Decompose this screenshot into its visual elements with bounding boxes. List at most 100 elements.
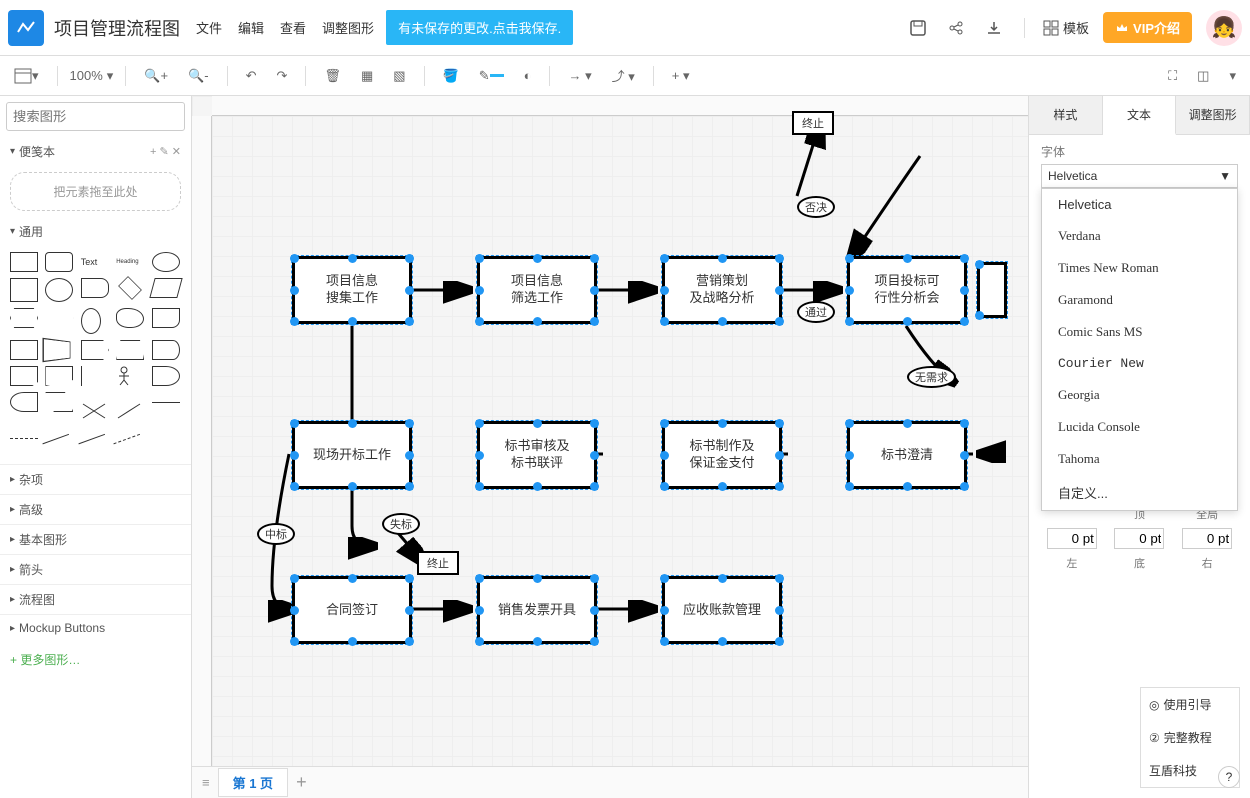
shape-dashed[interactable]	[10, 438, 38, 458]
shape-hexagon[interactable]	[10, 308, 38, 328]
more-shapes[interactable]: + 更多图形…	[0, 641, 191, 678]
zoom-value[interactable]: 100%	[70, 68, 103, 83]
font-option-lucida[interactable]: Lucida Console	[1042, 411, 1237, 443]
vip-button[interactable]: VIP介绍	[1103, 12, 1192, 43]
font-option-courier[interactable]: Courier New	[1042, 348, 1237, 379]
shape-process[interactable]	[81, 278, 109, 298]
shadow-icon[interactable]: ◐	[518, 64, 538, 87]
outline-icon[interactable]: ▾	[1223, 64, 1242, 88]
page-menu[interactable]: ≡	[202, 775, 210, 790]
line-color-icon[interactable]: ✎	[473, 64, 510, 88]
node-bid-clarify[interactable]: 标书澄清	[847, 421, 967, 489]
shape-card[interactable]	[45, 366, 73, 386]
shape-line[interactable]	[152, 402, 180, 422]
shape-triangle[interactable]	[45, 308, 73, 328]
node-contract[interactable]: 合同签订	[292, 576, 412, 644]
connection-icon[interactable]: → ▾	[562, 64, 597, 88]
zoom-out-icon[interactable]: 🔍-	[182, 64, 215, 88]
node-bid-make[interactable]: 标书制作及 保证金支付	[662, 421, 782, 489]
node-receivable[interactable]: 应收账款管理	[662, 576, 782, 644]
shape-diamond[interactable]	[118, 276, 142, 300]
dropzone[interactable]: 把元素拖至此处	[10, 172, 181, 211]
help-tutorial[interactable]: ② 完整教程	[1141, 721, 1239, 754]
add-page[interactable]: +	[296, 772, 307, 793]
font-option-garamond[interactable]: Garamond	[1042, 284, 1237, 316]
user-avatar[interactable]: 👧	[1206, 10, 1242, 46]
font-select[interactable]: Helvetica▼	[1041, 164, 1238, 188]
font-option-custom[interactable]: 自定义...	[1042, 475, 1237, 510]
font-option-times[interactable]: Times New Roman	[1042, 252, 1237, 284]
label-win[interactable]: 中标	[257, 523, 295, 545]
help-guide[interactable]: ◎ 使用引导	[1141, 688, 1239, 721]
fullscreen-icon[interactable]: ⛶	[1162, 64, 1183, 88]
font-option-tahoma[interactable]: Tahoma	[1042, 443, 1237, 475]
unsaved-banner[interactable]: 有未保存的更改.点击我保存.	[386, 10, 573, 45]
tab-style[interactable]: 样式	[1029, 96, 1103, 134]
font-option-verdana[interactable]: Verdana	[1042, 220, 1237, 252]
terminator-1[interactable]: 终止	[792, 111, 834, 135]
shape-and[interactable]	[10, 392, 38, 412]
scratchpad-section[interactable]: ▾便笺本+ ✎ ✕	[0, 137, 191, 166]
node-bid-open[interactable]: 现场开标工作	[292, 421, 412, 489]
cat-advanced[interactable]: ▸高级	[0, 494, 191, 524]
shape-tape[interactable]	[152, 340, 180, 360]
label-noneed[interactable]: 无需求	[907, 366, 956, 388]
node-partial[interactable]	[977, 262, 1007, 318]
format-panel-icon[interactable]: ◫	[1191, 64, 1215, 88]
shape-internal[interactable]	[10, 340, 38, 360]
redo-icon[interactable]: ↷	[271, 64, 294, 88]
tab-arrange[interactable]: 调整图形	[1176, 96, 1250, 134]
node-bid-review[interactable]: 标书审核及 标书联评	[477, 421, 597, 489]
download-icon[interactable]	[982, 16, 1006, 40]
canvas[interactable]: 项目信息 搜集工作 项目信息 筛选工作 营销策划 及战略分析 项目投标可 行性分…	[192, 96, 1028, 798]
shape-heading[interactable]: Heading	[116, 252, 144, 272]
tab-text[interactable]: 文本	[1103, 96, 1177, 135]
shape-arrow-cross[interactable]	[81, 402, 109, 422]
shape-arrow-bi[interactable]	[43, 434, 76, 462]
shape-cube[interactable]	[43, 338, 71, 362]
general-section[interactable]: ▾通用	[0, 217, 191, 246]
shape-callout2[interactable]	[81, 366, 109, 386]
share-icon[interactable]	[944, 16, 968, 40]
view-mode-button[interactable]: ▾	[8, 64, 45, 88]
shape-callout[interactable]	[152, 308, 180, 328]
shape-text[interactable]: Text	[81, 252, 109, 272]
to-front-icon[interactable]: ▦	[355, 64, 379, 88]
shape-circle[interactable]	[45, 278, 73, 302]
node-feasibility[interactable]: 项目投标可 行性分析会	[847, 256, 967, 324]
shape-cloud[interactable]	[116, 308, 144, 328]
shape-rect[interactable]	[10, 252, 38, 272]
font-option-georgia[interactable]: Georgia	[1042, 379, 1237, 411]
terminator-2[interactable]: 终止	[417, 551, 459, 575]
fill-color-icon[interactable]: 🪣	[437, 64, 465, 88]
undo-icon[interactable]: ↶	[240, 64, 263, 88]
shape-arrow-biv[interactable]	[116, 402, 144, 422]
spacing-bottom-input[interactable]	[1114, 528, 1164, 549]
shape-ellipse[interactable]	[152, 252, 180, 272]
page-tab-1[interactable]: 第 1 页	[218, 768, 288, 797]
waypoint-icon[interactable]: ⤴ ▾	[606, 62, 641, 89]
node-info-collect[interactable]: 项目信息 搜集工作	[292, 256, 412, 324]
shape-arrow[interactable]	[78, 434, 111, 462]
shape-note[interactable]	[10, 366, 38, 386]
zoom-in-icon[interactable]: 🔍+	[138, 64, 174, 88]
shape-cylinder[interactable]	[81, 308, 101, 334]
menu-arrange[interactable]: 调整图形	[322, 18, 374, 37]
template-button[interactable]: 模板	[1043, 18, 1089, 37]
delete-icon[interactable]: 🗑	[318, 64, 347, 88]
font-option-helvetica[interactable]: Helvetica	[1042, 189, 1237, 220]
cat-flowchart[interactable]: ▸流程图	[0, 584, 191, 614]
cat-misc[interactable]: ▸杂项	[0, 464, 191, 494]
menu-view[interactable]: 查看	[280, 18, 306, 37]
save-icon[interactable]	[906, 16, 930, 40]
insert-icon[interactable]: + ▾	[666, 64, 696, 88]
spacing-left-input[interactable]	[1047, 528, 1097, 549]
node-marketing[interactable]: 营销策划 及战略分析	[662, 256, 782, 324]
cat-basic[interactable]: ▸基本图形	[0, 524, 191, 554]
cat-arrows[interactable]: ▸箭头	[0, 554, 191, 584]
cat-mockup[interactable]: ▸Mockup Buttons	[0, 614, 191, 641]
shape-trapezoid[interactable]	[116, 340, 144, 360]
help-icon[interactable]: ?	[1218, 766, 1240, 788]
shape-round-rect[interactable]	[45, 252, 73, 272]
node-invoice[interactable]: 销售发票开具	[477, 576, 597, 644]
